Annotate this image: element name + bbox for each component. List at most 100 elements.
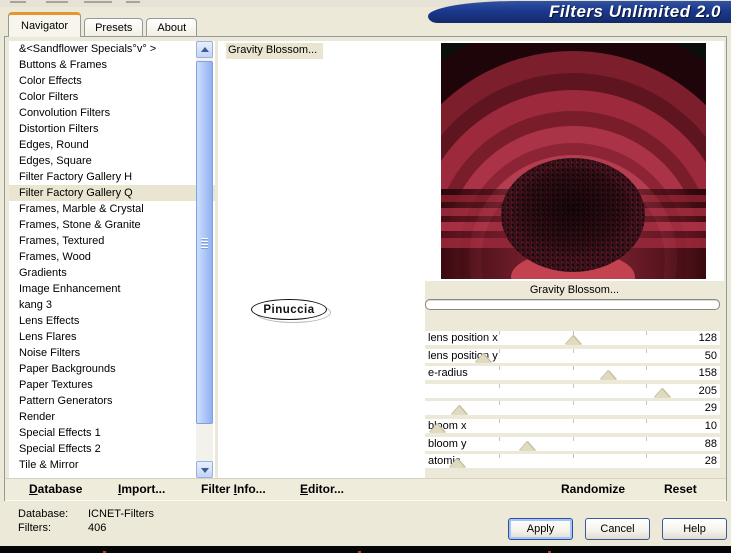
- cropped-text-remnant: [10, 1, 26, 3]
- category-item[interactable]: Paper Textures: [9, 377, 215, 393]
- editor-button[interactable]: Editor...: [300, 482, 344, 496]
- database-label: Database:: [18, 508, 69, 520]
- slider-value: 128: [698, 332, 717, 344]
- category-item[interactable]: Tile & Mirror: [9, 457, 215, 473]
- category-item[interactable]: Edges, Round: [9, 137, 215, 153]
- category-item[interactable]: Paper Backgrounds: [9, 361, 215, 377]
- slider-thumb[interactable]: [599, 371, 616, 381]
- randomize-button[interactable]: Randomize: [561, 482, 625, 496]
- category-item[interactable]: Color Effects: [9, 73, 215, 89]
- cropped-text-remnant: [126, 1, 140, 3]
- slider-thumb[interactable]: [518, 441, 535, 451]
- slider-tick: [498, 454, 500, 459]
- category-item[interactable]: Edges, Square: [9, 153, 215, 169]
- cropped-text-remnant: [84, 1, 112, 3]
- slider-value: 158: [698, 367, 717, 380]
- category-item[interactable]: Image Enhancement: [9, 281, 215, 297]
- slider-row-bloom-x[interactable]: bloom x 10: [425, 419, 720, 433]
- chevron-down-icon: [201, 468, 209, 473]
- filter-list-item[interactable]: Gravity Blossom...: [226, 43, 324, 59]
- slider-tick: [572, 436, 574, 441]
- slider-thumb[interactable]: [654, 388, 671, 398]
- category-item[interactable]: Lens Flares: [9, 329, 215, 345]
- slider-row-bloom-y[interactable]: bloom y 88: [425, 436, 720, 451]
- watermark-label: Pinuccia: [251, 299, 327, 320]
- slider-tick: [646, 436, 648, 441]
- import-button[interactable]: Import...: [118, 482, 165, 496]
- filters-label: Filters:: [18, 522, 51, 534]
- slider-value: 29: [704, 402, 717, 415]
- slider-label: e-radius: [428, 367, 468, 380]
- slider-thumb[interactable]: [565, 336, 582, 345]
- slider-value: 28: [704, 455, 717, 468]
- tab-navigator[interactable]: Navigator: [8, 12, 82, 37]
- tab-strip: Navigator Presets About: [8, 12, 200, 37]
- slider-tick: [572, 454, 574, 459]
- category-item[interactable]: Frames, Marble & Crystal: [9, 201, 215, 217]
- slider-thumb[interactable]: [450, 406, 467, 416]
- chevron-up-icon: [201, 47, 209, 52]
- dialog-body: &<Sandflower Specials°v° > Buttons & Fram…: [4, 36, 727, 501]
- scrollbar-grip-icon: [201, 237, 208, 250]
- slider-tick: [646, 331, 648, 335]
- category-scrollbar[interactable]: [196, 41, 213, 478]
- cropped-text-remnant: [46, 1, 68, 3]
- tab-about[interactable]: About: [146, 18, 198, 37]
- slider-row-lens-position-y[interactable]: lens position y 50: [425, 348, 720, 363]
- slider-tick: [646, 419, 648, 423]
- category-item[interactable]: Pattern Generators: [9, 393, 215, 409]
- reset-button[interactable]: Reset: [664, 482, 697, 496]
- slider-tick: [646, 401, 648, 406]
- category-item[interactable]: &<Sandflower Specials°v° >: [9, 41, 215, 57]
- tab-presets[interactable]: Presets: [84, 18, 144, 37]
- category-item[interactable]: Color Filters: [9, 89, 215, 105]
- slider-value: 88: [704, 437, 717, 450]
- scrollbar-thumb[interactable]: [196, 61, 213, 424]
- category-item[interactable]: Buttons & Frames: [9, 57, 215, 73]
- category-item[interactable]: Distortion Filters: [9, 121, 215, 137]
- slider-tick: [498, 383, 500, 388]
- category-item[interactable]: Noise Filters: [9, 345, 215, 361]
- preview-area: [425, 41, 724, 281]
- slider-thumb[interactable]: [428, 424, 445, 433]
- slider-row-param3[interactable]: 205: [425, 383, 720, 398]
- slider-row-atomic[interactable]: atomic 28: [425, 454, 720, 469]
- slider-tick: [646, 348, 648, 353]
- database-value: ICNET-Filters: [88, 508, 154, 520]
- category-item[interactable]: Gradients: [9, 265, 215, 281]
- category-item[interactable]: Frames, Wood: [9, 249, 215, 265]
- scroll-down-button[interactable]: [196, 461, 213, 478]
- slider-tick: [498, 419, 500, 423]
- slider-tick: [572, 401, 574, 406]
- apply-button[interactable]: Apply: [508, 518, 573, 540]
- slider-thumb[interactable]: [474, 353, 491, 363]
- slider-tick: [498, 348, 500, 353]
- slider-thumb[interactable]: [449, 459, 466, 469]
- slider-tick: [646, 383, 648, 388]
- category-item[interactable]: Render: [9, 409, 215, 425]
- filter-info-button[interactable]: Filter Info...: [201, 482, 266, 496]
- slider-tick: [572, 366, 574, 371]
- slider-row-param4[interactable]: 29: [425, 401, 720, 416]
- category-item[interactable]: Lens Effects: [9, 313, 215, 329]
- cancel-button[interactable]: Cancel: [585, 518, 650, 540]
- category-item[interactable]: kang 3: [9, 297, 215, 313]
- category-item[interactable]: Filter Factory Gallery Q: [9, 185, 215, 201]
- scroll-up-button[interactable]: [196, 41, 213, 58]
- category-item[interactable]: Special Effects 1: [9, 425, 215, 441]
- filters-value: 406: [88, 522, 107, 534]
- slider-row-lens-position-x[interactable]: lens position x 128: [425, 331, 720, 345]
- category-item[interactable]: Frames, Stone & Granite: [9, 217, 215, 233]
- watermark: Pinuccia: [251, 299, 331, 323]
- help-button[interactable]: Help: [662, 518, 727, 540]
- slider-tick: [646, 366, 648, 371]
- progress-bar: [425, 299, 720, 310]
- category-item[interactable]: Filter Factory Gallery H: [9, 169, 215, 185]
- filter-list: Gravity Blossom... Pinuccia: [218, 41, 425, 478]
- database-button[interactable]: Database: [29, 482, 82, 496]
- category-item[interactable]: Frames, Textured: [9, 233, 215, 249]
- slider-row-e-radius[interactable]: e-radius 158: [425, 366, 720, 381]
- category-item[interactable]: Special Effects 2: [9, 441, 215, 457]
- category-item[interactable]: Convolution Filters: [9, 105, 215, 121]
- toolbar: Database Import... Filter Info... Editor...…: [5, 478, 726, 501]
